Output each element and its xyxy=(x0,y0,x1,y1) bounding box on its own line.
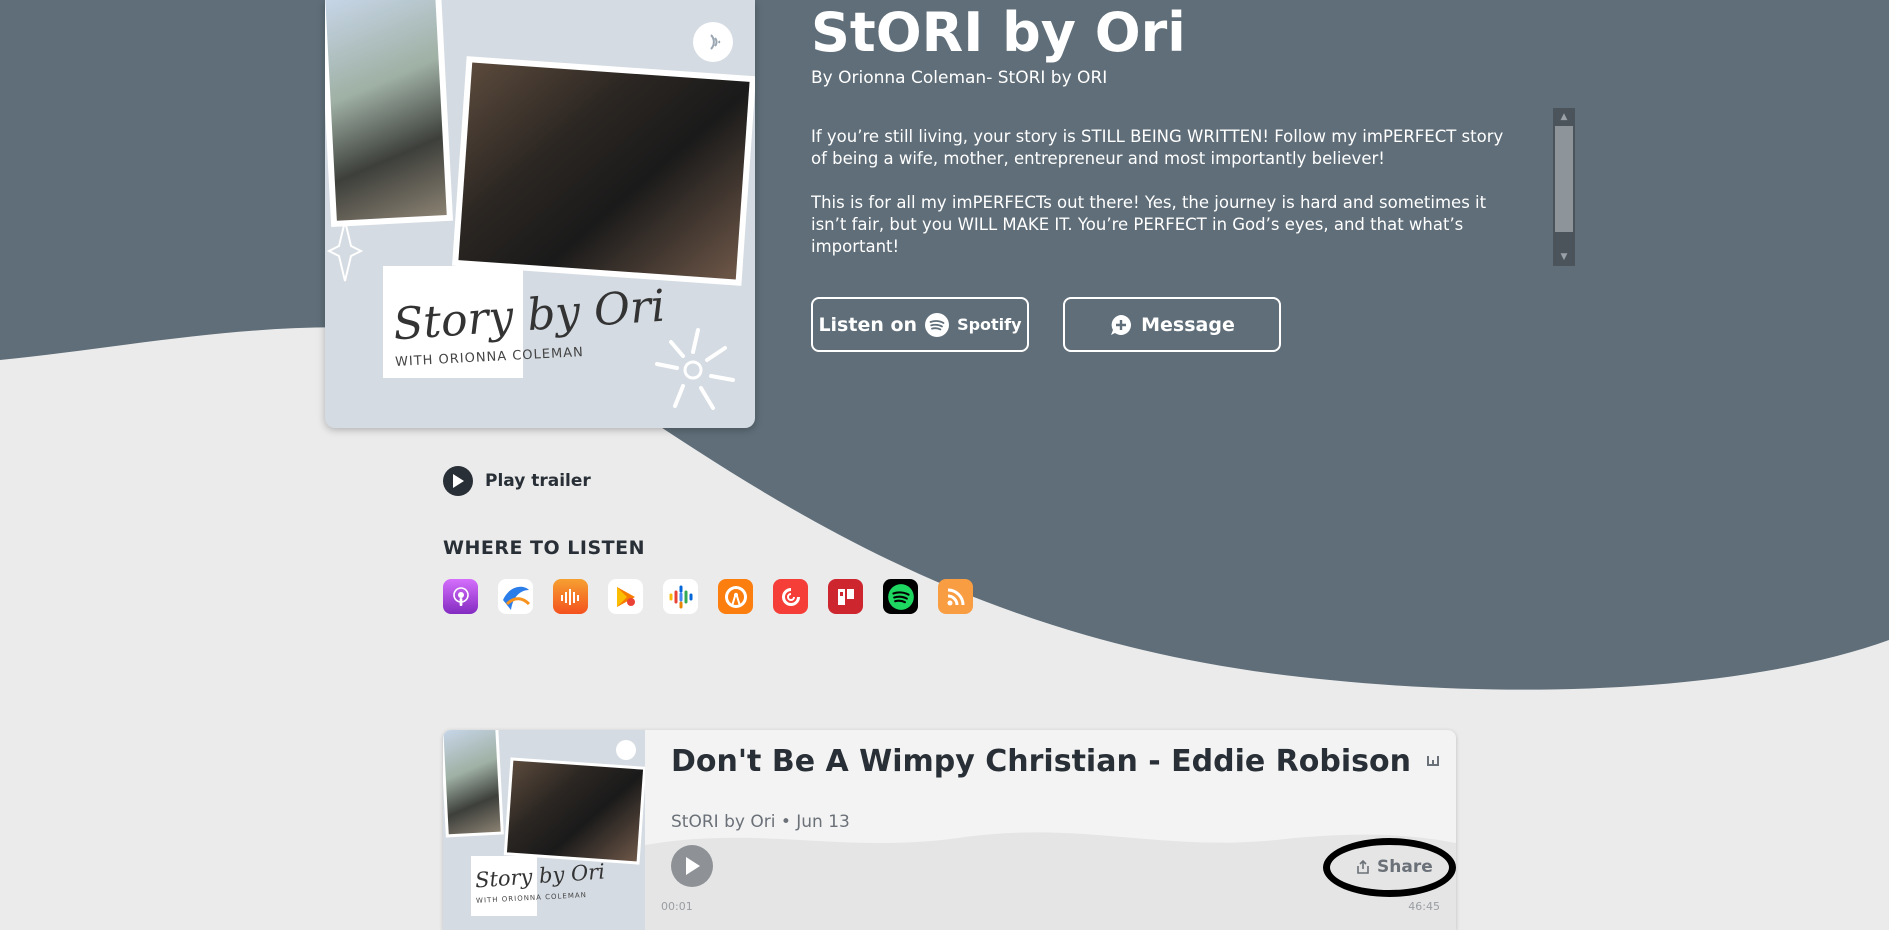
description-paragraph: This is for all my imPERFECTs out there!… xyxy=(811,193,1487,256)
scrollbar-thumb[interactable] xyxy=(1555,126,1573,232)
google-podcasts-icon[interactable] xyxy=(663,579,698,614)
sparkle-doodle-icon xyxy=(326,220,364,282)
play-trailer-label: Play trailer xyxy=(485,471,591,491)
overcast-icon[interactable] xyxy=(718,579,753,614)
message-plus-icon xyxy=(1111,314,1132,335)
pocket-casts-icon[interactable] xyxy=(773,579,808,614)
play-icon xyxy=(686,857,700,875)
cover-photo-couple xyxy=(325,0,454,228)
episode-cover-art: Story by Ori WITH ORIONNA COLEMAN xyxy=(443,730,645,930)
radio-public-icon[interactable] xyxy=(828,579,863,614)
description-paragraph: If you’re still living, your story is ST… xyxy=(811,127,1504,168)
episode-card[interactable]: Story by Ori WITH ORIONNA COLEMAN Don't … xyxy=(443,730,1456,930)
castbox-icon[interactable] xyxy=(498,579,533,614)
episode-play-button[interactable] xyxy=(671,845,713,887)
stats-icon[interactable] xyxy=(1427,754,1441,766)
cover-photo-camera xyxy=(452,56,755,286)
episode-meta: StORI by Ori • Jun 13 xyxy=(671,812,850,832)
podcast-byline: By Orionna Coleman- StORI by ORI xyxy=(811,68,1108,88)
platform-list xyxy=(443,579,973,614)
google-play-icon[interactable] xyxy=(608,579,643,614)
listen-on-spotify-button[interactable]: Listen on Spotify xyxy=(811,297,1029,352)
where-to-listen-heading: WHERE TO LISTEN xyxy=(443,537,645,559)
episode-title[interactable]: Don't Be A Wimpy Christian - Eddie Robis… xyxy=(671,744,1411,779)
spotify-icon[interactable] xyxy=(883,579,918,614)
message-label: Message xyxy=(1141,313,1235,336)
spotify-logo-icon xyxy=(925,312,950,337)
episode-time-total: 46:45 xyxy=(1408,900,1440,913)
castbox-orange-icon[interactable] xyxy=(553,579,588,614)
podcast-cover-art: Story by Ori WITH ORIONNA COLEMAN xyxy=(325,0,755,428)
meta-separator: • xyxy=(780,812,797,832)
description-scrollbar[interactable]: ▲ ▼ xyxy=(1553,108,1575,266)
apple-podcasts-icon[interactable] xyxy=(443,579,478,614)
rss-icon[interactable] xyxy=(938,579,973,614)
anchor-podcast-icon xyxy=(616,740,636,760)
episode-time-elapsed: 00:01 xyxy=(661,900,693,913)
listen-on-label: Listen on xyxy=(818,313,918,336)
sun-doodle-icon xyxy=(655,328,735,410)
scroll-up-arrow-icon[interactable]: ▲ xyxy=(1555,110,1573,124)
episode-date: Jun 13 xyxy=(796,812,850,832)
message-button[interactable]: Message xyxy=(1063,297,1281,352)
share-highlight-circle xyxy=(1323,838,1456,897)
podcast-title: StORI by Ori xyxy=(811,1,1186,64)
spotify-label: Spotify xyxy=(957,315,1022,334)
podcast-description: If you’re still living, your story is ST… xyxy=(811,126,1516,262)
play-trailer-button[interactable]: Play trailer xyxy=(443,466,591,496)
cover-photo-camera xyxy=(503,757,645,865)
episode-show-name: StORI by Ori xyxy=(671,812,776,832)
scroll-down-arrow-icon[interactable]: ▼ xyxy=(1555,250,1573,264)
play-icon xyxy=(443,466,473,496)
anchor-podcast-icon xyxy=(693,22,733,62)
cover-photo-couple xyxy=(443,730,504,838)
